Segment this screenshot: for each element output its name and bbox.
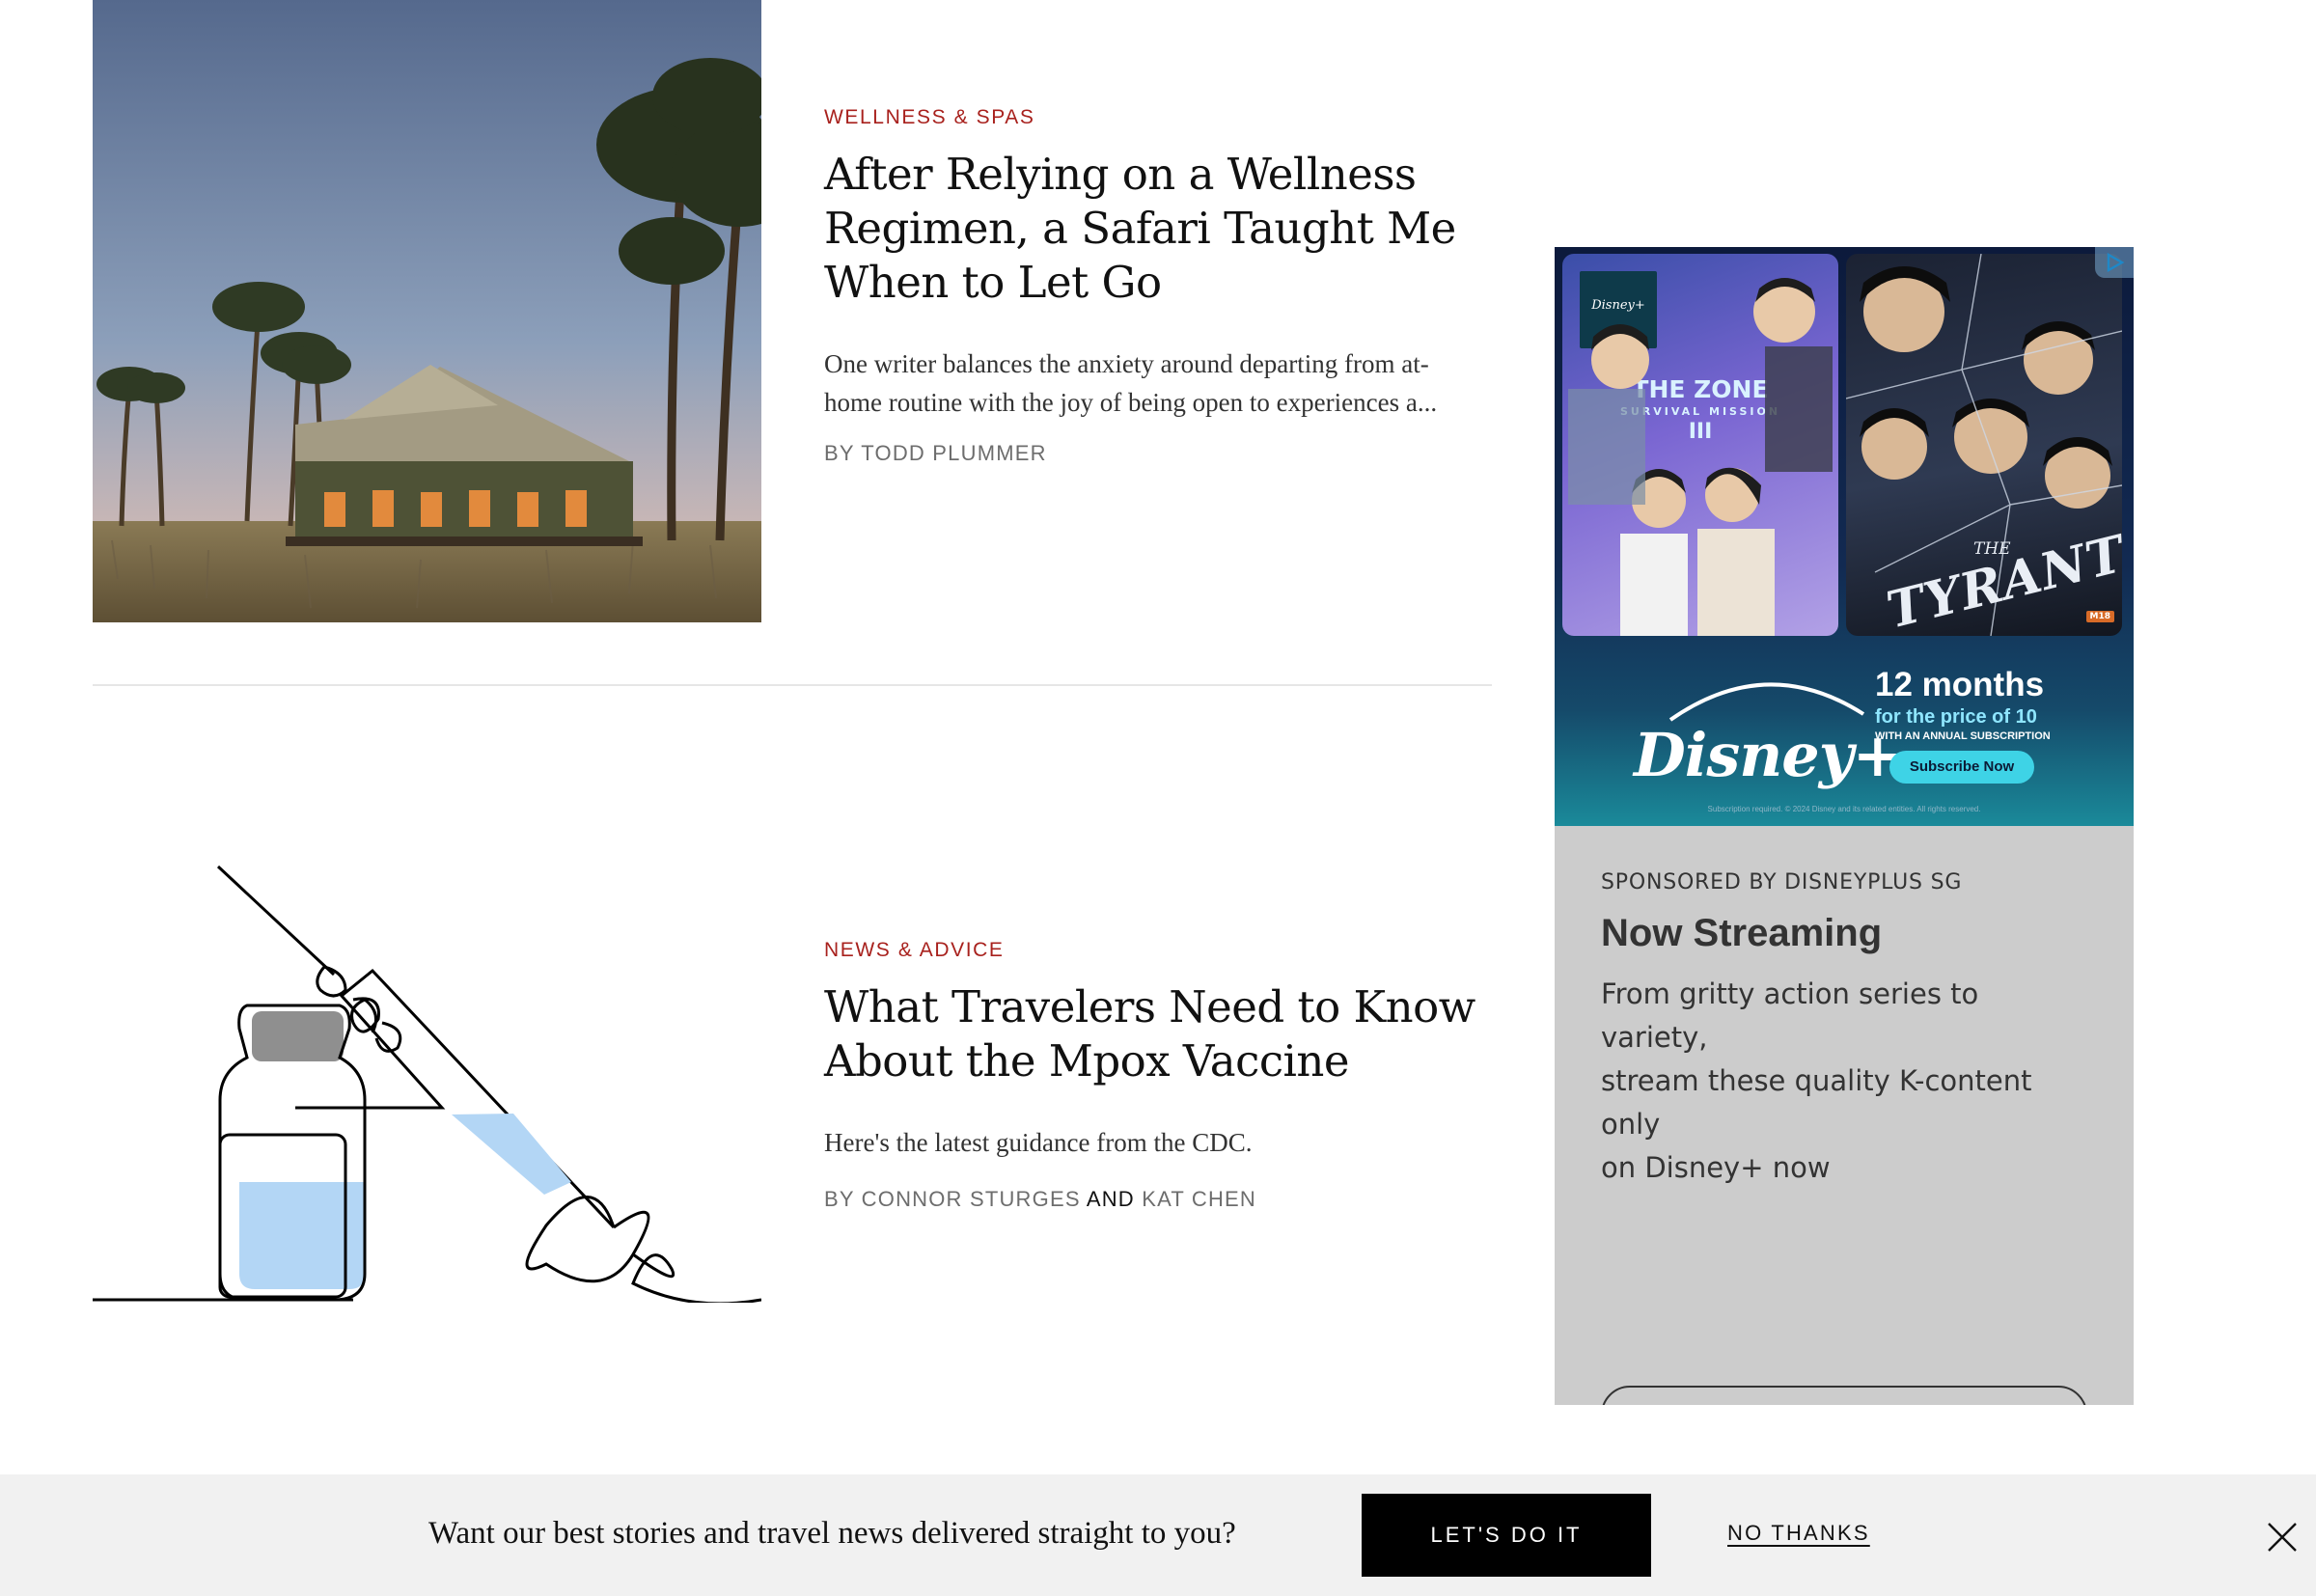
- safari-tent-photo: [93, 0, 761, 622]
- ad-heading[interactable]: Now Streaming: [1601, 912, 2087, 955]
- offer-small: WITH AN ANNUAL SUBSCRIPTION: [1875, 730, 2051, 742]
- ad-body-line: on Disney+ now: [1601, 1151, 1831, 1184]
- headline-line[interactable]: After Relying on a Wellness: [824, 149, 1417, 200]
- article-divider: [93, 684, 1492, 686]
- newsletter-decline-link[interactable]: NO THANKS: [1727, 1521, 1870, 1546]
- article-rubric[interactable]: Wellness & Spas: [824, 106, 1586, 129]
- play-triangle-icon: [2107, 253, 2125, 272]
- ad-text-panel[interactable]: Sponsored by DisneyPlus SG Now Streaming…: [1555, 826, 2134, 1405]
- byline-and: and: [1086, 1187, 1135, 1211]
- ad-offer: 12 months for the price of 10 WITH AN AN…: [1875, 666, 2107, 742]
- sponsored-ad[interactable]: Disney+ THE ZONE SURVIVAL MISSION III TH…: [1555, 247, 2134, 1405]
- article-headline[interactable]: What Travelers Need to Know About the Mp…: [824, 980, 1586, 1088]
- offer-mid: for the price of 10: [1875, 706, 2037, 728]
- dek-line: One writer balances the anxiety around d…: [824, 349, 1429, 378]
- disney-arc-icon: [1668, 682, 1865, 722]
- ad-poster-the-tyrant: THE TYRANT M18: [1846, 254, 2122, 636]
- ad-poster-the-zone: Disney+ THE ZONE SURVIVAL MISSION III: [1562, 254, 1838, 636]
- article-byline[interactable]: By Todd Plummer: [824, 441, 1586, 466]
- article-card-mpox[interactable]: News & Advice What Travelers Need to Kno…: [93, 830, 1492, 1303]
- article-byline: By Connor Sturges and Kat Chen: [824, 1187, 1586, 1212]
- page: Wellness & Spas After Relying on a Welln…: [0, 0, 2316, 1596]
- article-dek: One writer balances the anxiety around d…: [824, 344, 1509, 422]
- author-link[interactable]: Kat Chen: [1142, 1187, 1256, 1211]
- adchoices-icon[interactable]: [2095, 247, 2134, 278]
- newsletter-accept-button[interactable]: LET'S DO IT: [1362, 1494, 1651, 1577]
- article-card-wellness[interactable]: Wellness & Spas After Relying on a Welln…: [93, 0, 1492, 622]
- headline-line[interactable]: When to Let Go: [824, 257, 1162, 308]
- ad-sponsor-label: Sponsored by DisneyPlus SG: [1601, 870, 1963, 894]
- close-icon[interactable]: [2266, 1521, 2299, 1554]
- newsletter-signup-bar: Want our best stories and travel news de…: [0, 1474, 2316, 1596]
- article-text: News & Advice What Travelers Need to Kno…: [824, 939, 1586, 1212]
- article-thumbnail-vaccine[interactable]: [93, 830, 761, 1303]
- ad-body-line: From gritty action series to variety,: [1601, 977, 1979, 1054]
- rating-badge: M18: [2085, 611, 2114, 622]
- headline-line[interactable]: What Travelers Need to Know: [824, 981, 1475, 1032]
- vaccine-syringe-illustration: [93, 865, 761, 1303]
- article-thumbnail-safari[interactable]: [93, 0, 761, 622]
- ad-cta-button[interactable]: [1601, 1386, 2087, 1405]
- dek-line: home routine with the joy of being open …: [824, 388, 1438, 417]
- ad-body: From gritty action series to variety, st…: [1601, 973, 2087, 1190]
- ad-creative[interactable]: Disney+ THE ZONE SURVIVAL MISSION III TH…: [1555, 247, 2134, 826]
- ad-legal-text: Subscription required. © 2024 Disney and…: [1707, 805, 1981, 813]
- byline-prefix: By: [824, 1187, 855, 1211]
- article-rubric[interactable]: News & Advice: [824, 939, 1586, 962]
- cast-photo: [1568, 278, 1833, 636]
- article-dek: Here's the latest guidance from the CDC.: [824, 1128, 1253, 1157]
- ad-body-line: stream these quality K-content only: [1601, 1064, 2032, 1141]
- offer-big: 12 months: [1875, 666, 2045, 703]
- author-link[interactable]: Connor Sturges: [862, 1187, 1081, 1211]
- disney-plus-logo: Disney+: [1634, 720, 1903, 790]
- article-text: Wellness & Spas After Relying on a Welln…: [824, 106, 1586, 466]
- headline-line[interactable]: Regimen, a Safari Taught Me: [824, 203, 1456, 254]
- headline-line[interactable]: About the Mpox Vaccine: [824, 1035, 1350, 1087]
- article-headline[interactable]: After Relying on a Wellness Regimen, a S…: [824, 148, 1586, 310]
- subscribe-now-button[interactable]: Subscribe Now: [1889, 751, 2034, 784]
- close-x-icon: [2268, 1523, 2297, 1552]
- newsletter-prompt: Want our best stories and travel news de…: [428, 1516, 1236, 1551]
